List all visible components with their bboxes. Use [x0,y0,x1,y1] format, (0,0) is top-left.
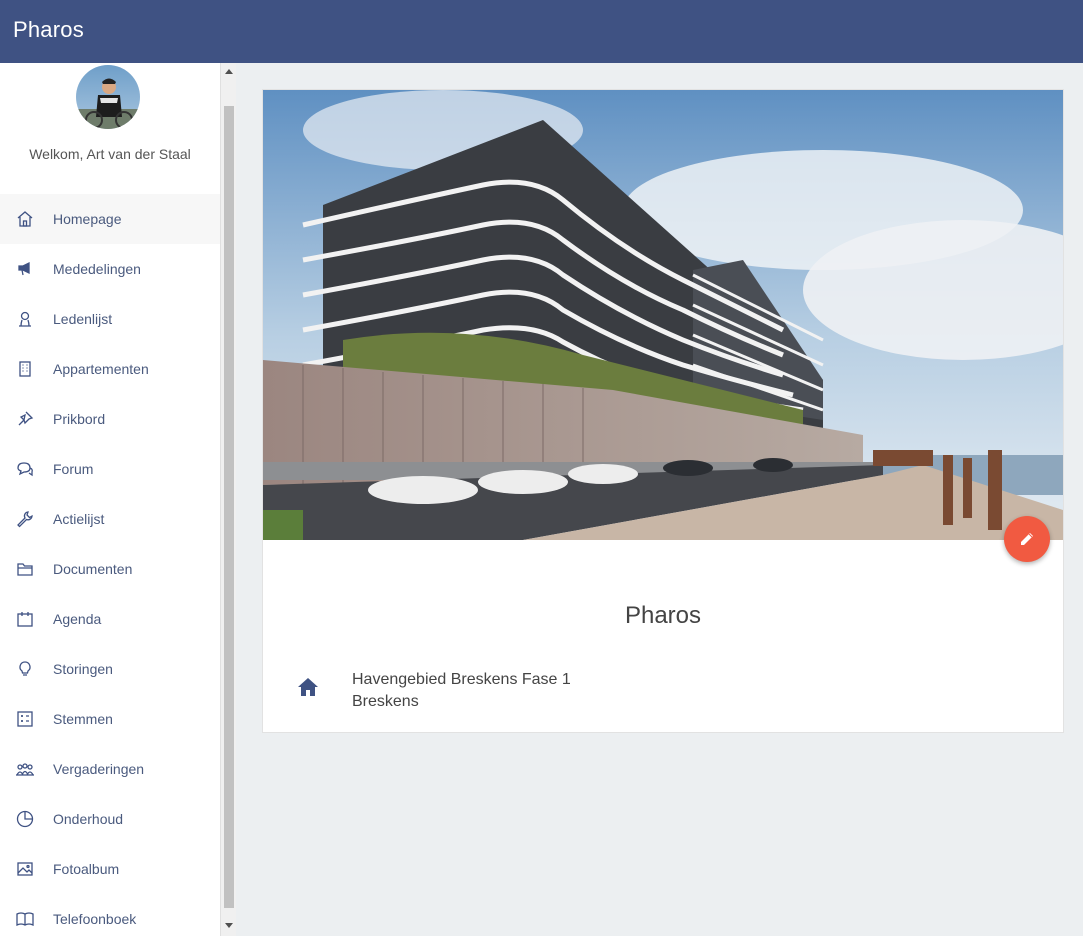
sidebar-item-label: Homepage [53,211,122,227]
sidebar-item-onderhoud[interactable]: Onderhoud [0,794,220,844]
sidebar-item-label: Forum [53,461,94,477]
app-title: Pharos [13,17,84,42]
sidebar: Welkom, Art van der Staal Homepage Meded… [0,63,220,936]
pin-icon [14,408,36,430]
megaphone-icon [14,258,36,280]
sidebar-item-label: Mededelingen [53,261,141,277]
address-line-1: Havengebied Breskens Fase 1 [352,671,571,688]
sidebar-item-prikbord[interactable]: Prikbord [0,394,220,444]
sidebar-item-label: Telefoonboek [53,911,137,927]
sidebar-item-label: Appartementen [53,361,149,377]
building-name: Pharos [624,602,702,629]
building-photo [263,90,1063,540]
folder-icon [14,558,36,580]
chat-icon [14,458,36,480]
sidebar-item-label: Storingen [53,661,113,677]
sidebar-item-label: Documenten [53,561,133,577]
scroll-up-arrow-icon[interactable] [225,69,233,74]
sidebar-item-documenten[interactable]: Documenten [0,544,220,594]
avatar[interactable] [76,65,140,129]
sidebar-item-label: Stemmen [53,711,113,727]
wrench-icon [14,508,36,530]
sidebar-item-mededelingen[interactable]: Mededelingen [0,244,220,294]
sidebar-item-vergaderingen[interactable]: Vergaderingen [0,744,220,794]
pencil-icon [1021,533,1033,545]
sidebar-item-label: Fotoalbum [53,861,120,877]
welcome-text: Welkom, Art van der Staal [29,146,191,162]
edit-button[interactable] [1004,516,1050,562]
meeting-icon [14,758,36,780]
building-icon [14,358,36,380]
sidebar-item-label: Actielijst [53,511,105,527]
building-card: Pharos Havengebied Breskens Fase 1 Bresk… [262,89,1064,733]
sidebar-item-forum[interactable]: Forum [0,444,220,494]
scrollbar-thumb[interactable] [224,106,234,908]
sidebar-item-actielijst[interactable]: Actielijst [0,494,220,544]
scroll-down-arrow-icon[interactable] [225,923,233,928]
sidebar-nav: Homepage Mededelingen Ledenlijst Apparte… [0,194,220,936]
sidebar-item-label: Ledenlijst [53,311,113,327]
ballot-icon [14,708,36,730]
pie-icon [14,808,36,830]
calendar-icon [14,608,36,630]
lightbulb-icon [14,658,36,680]
sidebar-item-stemmen[interactable]: Stemmen [0,694,220,744]
image-icon [14,858,36,880]
sidebar-item-telefoonboek[interactable]: Telefoonboek [0,894,220,936]
sidebar-scrollbar[interactable] [220,63,236,936]
sidebar-item-homepage[interactable]: Homepage [0,194,220,244]
sidebar-item-label: Vergaderingen [53,761,145,777]
sidebar-item-label: Onderhoud [53,811,124,827]
person-icon [14,308,36,330]
app-header: Pharos [0,0,1083,63]
sidebar-item-label: Prikbord [53,411,106,427]
sidebar-item-storingen[interactable]: Storingen [0,644,220,694]
sidebar-item-label: Agenda [53,611,102,627]
address-line-2: Breskens [352,693,419,710]
sidebar-item-fotoalbum[interactable]: Fotoalbum [0,844,220,894]
home-icon [296,675,320,699]
sidebar-item-ledenlijst[interactable]: Ledenlijst [0,294,220,344]
home-icon [14,208,36,230]
address: Havengebied Breskens Fase 1 Breskens [352,669,571,713]
book-icon [14,908,36,930]
sidebar-item-agenda[interactable]: Agenda [0,594,220,644]
sidebar-item-appartementen[interactable]: Appartementen [0,344,220,394]
